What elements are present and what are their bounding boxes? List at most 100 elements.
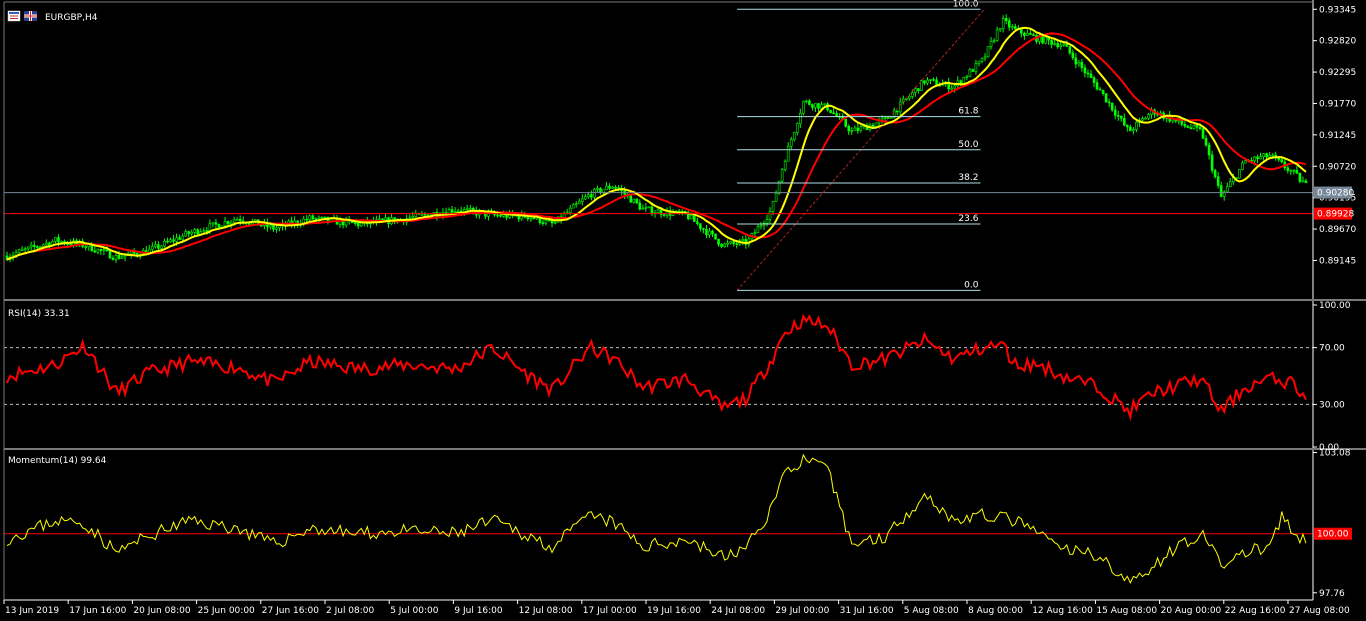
candle-body bbox=[584, 196, 587, 200]
candle-body bbox=[166, 240, 169, 243]
candle-body bbox=[959, 80, 963, 84]
price-axis-tick-label: 0.93345 bbox=[1319, 5, 1356, 15]
time-axis-tick-label: 29 Jul 00:00 bbox=[775, 606, 829, 616]
candle-body bbox=[1101, 89, 1105, 94]
slow-ma-line bbox=[6, 32, 1307, 261]
candle-body bbox=[811, 104, 814, 108]
candle-body bbox=[635, 198, 639, 204]
candle-body bbox=[708, 230, 711, 236]
candle-body bbox=[1295, 169, 1299, 174]
candle-body bbox=[908, 96, 911, 99]
candle-body bbox=[1298, 172, 1302, 182]
candle-body bbox=[953, 85, 957, 89]
candle-body bbox=[57, 237, 60, 243]
menu-icon[interactable] bbox=[7, 10, 21, 22]
candle-body bbox=[917, 88, 920, 91]
rsi-title: RSI(14) 33.31 bbox=[8, 309, 70, 319]
candle-body bbox=[714, 233, 717, 240]
candle-body bbox=[1032, 34, 1035, 36]
candle-body bbox=[568, 207, 572, 213]
candle-body bbox=[202, 230, 206, 233]
candle-body bbox=[260, 225, 263, 227]
candle-body bbox=[717, 238, 720, 245]
candle-body bbox=[1062, 43, 1066, 46]
candle-body bbox=[238, 218, 242, 222]
candle-body bbox=[453, 210, 457, 213]
candle-body bbox=[611, 186, 614, 189]
candle-body bbox=[577, 201, 581, 205]
candle-body bbox=[20, 249, 24, 251]
candle-body bbox=[320, 216, 324, 219]
candle-body bbox=[1192, 125, 1196, 129]
candle-body bbox=[317, 216, 321, 219]
candle-body bbox=[971, 69, 975, 72]
momentum-panel[interactable] bbox=[4, 453, 1313, 584]
candle-body bbox=[795, 123, 799, 133]
candle-body bbox=[226, 221, 230, 225]
candle-body bbox=[1183, 123, 1187, 127]
time-axis-tick-label: 22 Aug 16:00 bbox=[1225, 606, 1286, 616]
candle-body bbox=[1050, 39, 1053, 45]
candle-body bbox=[883, 117, 887, 119]
candle-body bbox=[1256, 156, 1259, 160]
candle-body bbox=[832, 112, 835, 114]
time-axis-tick-label: 13 Jun 2019 bbox=[5, 606, 59, 616]
time-axis-tick-label: 27 Jun 16:00 bbox=[262, 606, 319, 616]
price-axis-tick-label: 0.92295 bbox=[1319, 68, 1356, 78]
candle-body bbox=[1098, 88, 1102, 91]
candle-body bbox=[590, 194, 593, 198]
candle-body bbox=[1225, 186, 1229, 193]
candle-body bbox=[314, 217, 318, 220]
candle-body bbox=[181, 235, 184, 240]
candle-body bbox=[269, 224, 272, 228]
candle-body bbox=[808, 100, 811, 105]
candle-body bbox=[647, 206, 651, 209]
candle-body bbox=[229, 221, 233, 225]
trading-chart[interactable]: 100.061.850.038.223.60.0 0.933450.928200… bbox=[0, 0, 1366, 621]
price-axis-tick-label: 0.89145 bbox=[1319, 256, 1356, 266]
candle-body bbox=[1116, 115, 1120, 117]
candle-body bbox=[247, 223, 251, 225]
candle-body bbox=[1126, 124, 1129, 128]
candle-body bbox=[93, 250, 97, 253]
candle-body bbox=[1113, 109, 1117, 116]
candle-body bbox=[859, 126, 863, 131]
candle-body bbox=[732, 241, 735, 244]
candle-body bbox=[1304, 180, 1308, 184]
candle-body bbox=[1065, 43, 1069, 47]
candle-body bbox=[496, 214, 499, 217]
candle-body bbox=[1083, 67, 1087, 74]
candle-body bbox=[629, 195, 633, 203]
candle-body bbox=[1141, 118, 1144, 121]
rsi-panel[interactable] bbox=[4, 313, 1313, 422]
candle-body bbox=[844, 119, 848, 127]
price-panel[interactable]: 100.0 61.8 50.0 38.2 23.6 0.0 bbox=[4, 0, 1313, 291]
time-axis-tick-label: 9 Jul 16:00 bbox=[454, 606, 503, 616]
symbol-header: EURGBP,H4 bbox=[7, 10, 98, 23]
candle-body bbox=[111, 257, 115, 260]
candle-body bbox=[305, 218, 309, 221]
momentum-line bbox=[6, 453, 1307, 584]
candle-body bbox=[356, 222, 360, 227]
candle-body bbox=[696, 221, 699, 224]
candle-body bbox=[1204, 137, 1208, 146]
fibonacci-level-label: 50.0 bbox=[958, 140, 978, 150]
time-axis-tick-label: 25 Jun 00:00 bbox=[198, 606, 255, 616]
candle-body bbox=[599, 188, 602, 193]
candle-body bbox=[986, 46, 990, 58]
candle-body bbox=[96, 248, 100, 253]
candle-body bbox=[780, 169, 784, 182]
candle-body bbox=[1095, 82, 1099, 90]
candle-body bbox=[32, 244, 36, 247]
candle-body bbox=[1207, 144, 1211, 156]
time-axis-tick-label: 24 Jul 08:00 bbox=[711, 606, 765, 616]
candle-body bbox=[114, 255, 118, 260]
candle-body bbox=[1292, 169, 1296, 172]
candle-body bbox=[1086, 72, 1090, 75]
candle-body bbox=[856, 127, 860, 131]
time-axis-tick-label: 20 Aug 00:00 bbox=[1161, 606, 1222, 616]
candle-body bbox=[1219, 185, 1223, 197]
candle-body bbox=[1259, 156, 1262, 160]
candle-body bbox=[756, 226, 760, 233]
candle-body bbox=[381, 218, 384, 221]
